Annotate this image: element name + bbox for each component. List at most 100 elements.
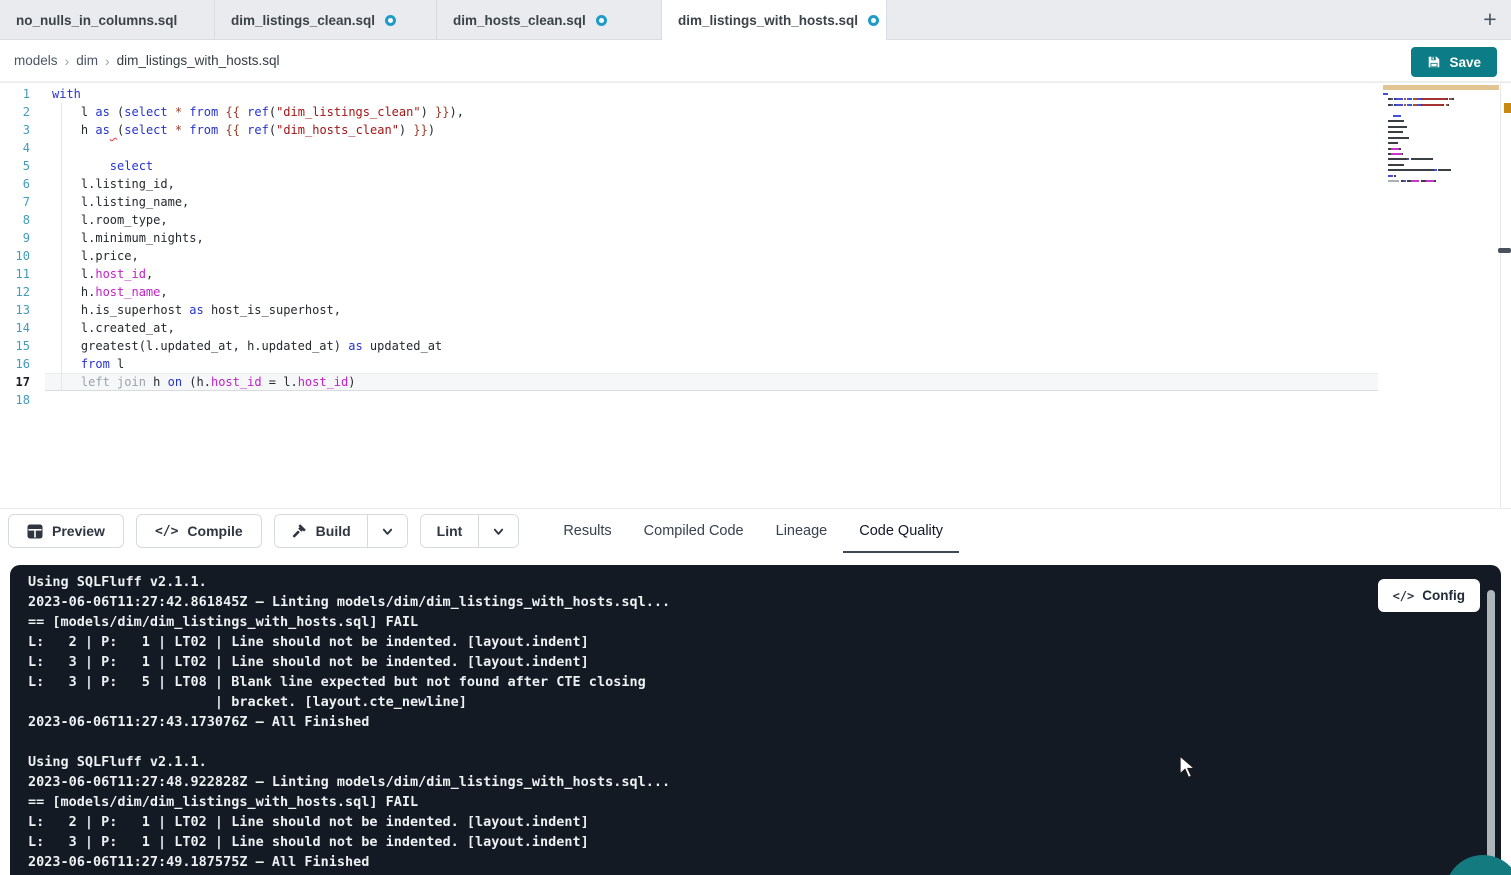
panel-tab-results[interactable]: Results (547, 509, 627, 554)
file-tab-dim_listings_clean[interactable]: dim_listings_clean.sql (215, 0, 437, 40)
breadcrumb-segment-dim[interactable]: dim (76, 53, 98, 68)
lint-output-terminal[interactable]: Using SQLFluff v2.1.1.2023-06-06T11:27:4… (10, 565, 1501, 875)
code-line-2[interactable]: 2 l as (select * from {{ ref("dim_listin… (0, 103, 1511, 121)
build-button[interactable]: Build (275, 515, 367, 547)
code-line-15[interactable]: 15 greatest(l.updated_at, h.updated_at) … (0, 337, 1511, 355)
lint-button-label: Lint (437, 523, 463, 539)
code-line-5[interactable]: 5 select (0, 157, 1511, 175)
terminal-line: 2023-06-06T11:27:42.861845Z — Linting mo… (28, 592, 670, 612)
new-tab-button[interactable]: + (1477, 6, 1503, 32)
compile-button[interactable]: </> Compile (136, 514, 262, 548)
unsaved-changes-dot-icon[interactable] (868, 15, 879, 26)
lint-button[interactable]: Lint (421, 515, 479, 547)
chevron-down-icon (492, 525, 505, 538)
code-line-12[interactable]: 12 h.host_name, (0, 283, 1511, 301)
code-line-17[interactable]: 17 left join h on (h.host_id = l.host_id… (0, 373, 1511, 391)
editor-right-separator (1500, 83, 1501, 509)
code-line-11[interactable]: 11 l.host_id, (0, 265, 1511, 283)
line-number: 16 (0, 355, 30, 373)
code-line-18[interactable]: 18 (0, 391, 1511, 409)
minimap-line (1383, 98, 1454, 100)
build-button-group: Build (274, 514, 408, 548)
breadcrumb-segment-models[interactable]: models (14, 53, 58, 68)
build-button-label: Build (316, 523, 351, 539)
minimap-line (1383, 131, 1403, 133)
line-number: 1 (0, 85, 30, 103)
save-button[interactable]: Save (1411, 47, 1497, 77)
breadcrumb-segment-file: dim_listings_with_hosts.sql (117, 53, 280, 68)
terminal-line: L: 3 | P: 5 | LT08 | Blank line expected… (28, 672, 670, 692)
code-line-9[interactable]: 9 l.minimum_nights, (0, 229, 1511, 247)
terminal-line: == [models/dim/dim_listings_with_hosts.s… (28, 612, 670, 632)
code-line-13[interactable]: 13 h.is_superhost as host_is_superhost, (0, 301, 1511, 319)
code-text: l.listing_id, (52, 175, 175, 193)
save-icon (1427, 55, 1441, 69)
build-dropdown-button[interactable] (367, 515, 407, 547)
line-number: 10 (0, 247, 30, 265)
code-editor[interactable]: 1 with2 l as (select * from {{ ref("dim_l… (0, 82, 1511, 508)
panel-tab-code-quality[interactable]: Code Quality (843, 509, 959, 554)
file-tab-label: dim_listings_with_hosts.sql (678, 13, 858, 28)
code-text: l as (select * from {{ ref("dim_listings… (52, 103, 464, 121)
code-text: l.minimum_nights, (52, 229, 204, 247)
file-tab-bar: no_nulls_in_columns.sqldim_listings_clea… (0, 0, 1511, 40)
line-number: 7 (0, 193, 30, 211)
action-toolbar: Preview </> Compile Build Lint (0, 508, 1511, 553)
terminal-line: | bracket. [layout.cte_newline] (28, 692, 670, 712)
line-number: 8 (0, 211, 30, 229)
code-text: select (52, 157, 153, 175)
code-text: l.room_type, (52, 211, 168, 229)
minimap-line (1383, 126, 1407, 128)
config-button[interactable]: </> Config (1378, 579, 1480, 612)
code-line-16[interactable]: 16 from l (0, 355, 1511, 373)
lint-dropdown-button[interactable] (478, 515, 518, 547)
breadcrumb-separator-icon: › (105, 53, 110, 69)
code-text: from l (52, 355, 124, 373)
overview-ruler-position-marker[interactable] (1498, 248, 1511, 253)
code-line-3[interactable]: 3 h as (select * from {{ ref("dim_hosts_… (0, 121, 1511, 139)
minimap-line (1383, 164, 1404, 166)
terminal-line: 2023-06-06T11:27:48.922828Z — Linting mo… (28, 772, 670, 792)
terminal-line: == [models/dim/dim_listings_with_hosts.s… (28, 792, 670, 812)
panel-tab-lineage[interactable]: Lineage (760, 509, 844, 554)
preview-button-label: Preview (52, 523, 105, 539)
minimap-line (1383, 175, 1396, 177)
unsaved-changes-dot-icon[interactable] (596, 15, 607, 26)
file-tab-no_nulls_in_columns[interactable]: no_nulls_in_columns.sql (0, 0, 215, 40)
panel-tab-list: ResultsCompiled CodeLineageCode Quality (547, 509, 959, 554)
code-line-10[interactable]: 10 l.price, (0, 247, 1511, 265)
preview-button[interactable]: Preview (8, 514, 124, 548)
minimap[interactable] (1383, 93, 1467, 203)
file-tab-dim_hosts_clean[interactable]: dim_hosts_clean.sql (437, 0, 662, 40)
terminal-line: 2023-06-06T11:27:49.187575Z — All Finish… (28, 852, 670, 872)
panel-tab-compiled-code[interactable]: Compiled Code (628, 509, 760, 554)
line-number: 17 (0, 373, 30, 391)
minimap-line (1383, 120, 1404, 122)
code-line-7[interactable]: 7 l.listing_name, (0, 193, 1511, 211)
code-text: h.is_superhost as host_is_superhost, (52, 301, 341, 319)
line-number: 6 (0, 175, 30, 193)
code-line-6[interactable]: 6 l.listing_id, (0, 175, 1511, 193)
code-line-14[interactable]: 14 l.created_at, (0, 319, 1511, 337)
line-number: 14 (0, 319, 30, 337)
code-text: h as (select * from {{ ref("dim_hosts_cl… (52, 121, 435, 139)
terminal-line: L: 3 | P: 1 | LT02 | Line should not be … (28, 832, 670, 852)
code-line-8[interactable]: 8 l.room_type, (0, 211, 1511, 229)
minimap-change-strip (1383, 85, 1499, 90)
terminal-scrollbar[interactable] (1487, 590, 1495, 872)
terminal-line: L: 2 | P: 1 | LT02 | Line should not be … (28, 632, 670, 652)
code-line-1[interactable]: 1 with (0, 85, 1511, 103)
code-text: l.created_at, (52, 319, 175, 337)
file-tab-dim_listings_with_hosts[interactable]: dim_listings_with_hosts.sql (662, 0, 887, 40)
minimap-line (1383, 115, 1401, 117)
code-line-4[interactable]: 4 (0, 139, 1511, 157)
breadcrumb-separator-icon: › (65, 53, 70, 69)
code-text: with (52, 85, 81, 103)
line-number: 15 (0, 337, 30, 355)
lint-button-group: Lint (420, 514, 520, 548)
terminal-line: Using SQLFluff v2.1.1. (28, 752, 670, 772)
unsaved-changes-dot-icon[interactable] (385, 15, 396, 26)
code-text: l.host_id, (52, 265, 153, 283)
breadcrumb-bar: models › dim › dim_listings_with_hosts.s… (0, 40, 1511, 82)
code-text: h.host_name, (52, 283, 168, 301)
